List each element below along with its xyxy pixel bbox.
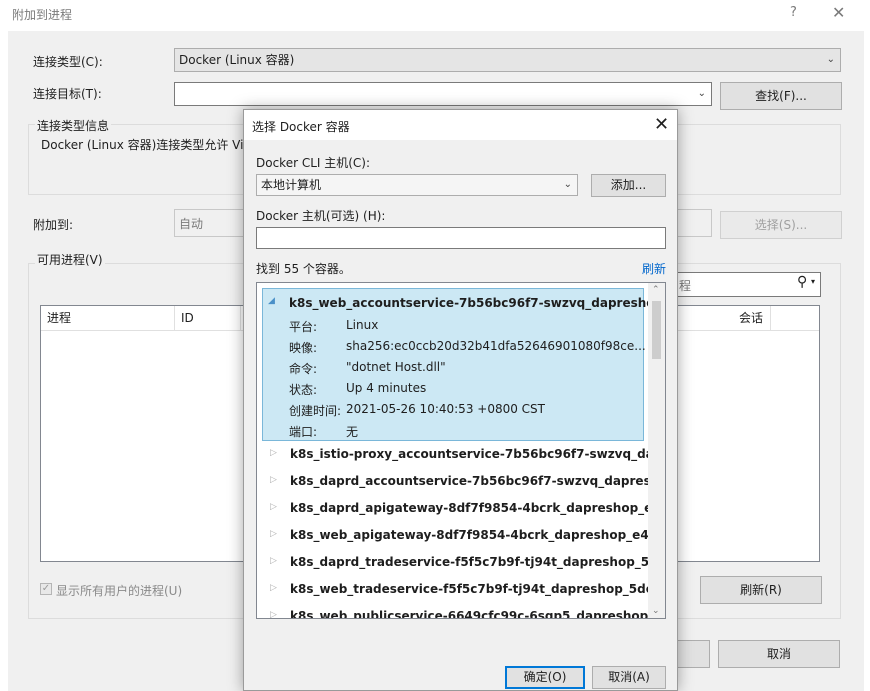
container-item[interactable]: ▷ k8s_web_tradeservice-f5f5c7b9f-tj94t_d… [257, 576, 650, 603]
connection-type-label: 连接类型(C): [33, 55, 103, 69]
detail-value: "dotnet Host.dll" [346, 360, 446, 374]
scroll-down-icon[interactable]: ⌄ [652, 606, 660, 616]
back-dialog-title: 附加到进程 [12, 8, 73, 22]
chevron-down-icon: ⌄ [697, 88, 706, 99]
chevron-down-icon: ⌄ [826, 54, 835, 65]
container-name: k8s_web_tradeservice-f5f5c7b9f-tj94t_dap… [290, 582, 650, 596]
detail-key: 映像: [289, 341, 318, 355]
expand-arrow-icon[interactable]: ▷ [270, 556, 277, 566]
column-session[interactable]: 会话 [733, 306, 771, 330]
ok-button[interactable]: 确定(O) [505, 666, 585, 689]
column-id[interactable]: ID [175, 306, 241, 330]
expand-arrow-icon[interactable]: ▷ [270, 475, 277, 485]
cli-host-label: Docker CLI 主机(C): [256, 156, 371, 170]
available-processes-label: 可用进程(V) [35, 251, 105, 268]
column-process[interactable]: 进程 [41, 306, 175, 330]
show-all-users-label: 显示所有用户的进程(U) [56, 584, 183, 598]
container-item[interactable]: ▷ k8s_daprd_accountservice-7b56bc96f7-sw… [257, 468, 650, 495]
detail-value: 2021-05-26 10:40:53 +0800 CST [346, 402, 545, 416]
connection-target-label: 连接目标(T): [33, 87, 102, 101]
show-all-users-checkbox[interactable]: ✓ [40, 583, 52, 595]
back-titlebar [0, 0, 870, 31]
select-button[interactable]: 选择(S)... [720, 211, 842, 239]
connection-info-title: 连接类型信息 [35, 117, 112, 134]
container-item[interactable]: ▷ k8s_web_apigateway-8df7f9854-4bcrk_dap… [257, 522, 650, 549]
chevron-down-icon[interactable]: ▾ [811, 277, 815, 286]
container-item[interactable]: ▷ k8s_daprd_tradeservice-f5f5c7b9f-tj94t… [257, 549, 650, 576]
add-host-button[interactable]: 添加... [591, 174, 666, 197]
detail-key: 端口: [289, 425, 318, 439]
list-scrollbar[interactable]: ⌃ ⌄ [648, 283, 665, 618]
detail-value: Linux [346, 318, 379, 332]
expand-arrow-icon[interactable]: ▷ [270, 502, 277, 512]
detail-key: 命令: [289, 362, 318, 376]
detail-value: 无 [346, 425, 359, 439]
help-icon[interactable]: ? [790, 5, 797, 20]
find-button[interactable]: 查找(F)... [720, 82, 842, 110]
refresh-link[interactable]: 刷新 [642, 260, 666, 277]
docker-host-label: Docker 主机(可选) (H): [256, 209, 386, 223]
container-item-expanded[interactable]: ◢ k8s_web_accountservice-7b56bc96f7-swzv… [262, 288, 665, 441]
chevron-down-icon: ⌄ [563, 179, 572, 190]
attach-to-value: 自动 [179, 217, 204, 231]
cli-host-value: 本地计算机 [261, 178, 322, 192]
modal-title: 选择 Docker 容器 [252, 120, 350, 134]
container-item[interactable]: ▷ k8s_daprd_apigateway-8df7f9854-4bcrk_d… [257, 495, 650, 522]
connection-target-input[interactable]: ⌄ [174, 82, 712, 106]
expand-arrow-icon[interactable]: ▷ [270, 448, 277, 458]
attach-to-label: 附加到: [33, 218, 74, 232]
container-name: k8s_web_apigateway-8df7f9854-4bcrk_dapre… [290, 528, 650, 542]
container-name: k8s_daprd_apigateway-8df7f9854-4bcrk_dap… [290, 501, 650, 515]
scrollbar-thumb[interactable] [652, 301, 661, 359]
back-close-icon[interactable]: ✕ [832, 3, 845, 22]
connection-type-value: Docker (Linux 容器) [179, 53, 295, 67]
detail-key: 创建时间: [289, 404, 342, 418]
cancel-button[interactable]: 取消(A) [592, 666, 666, 689]
container-name: k8s_web_accountservice-7b56bc96f7-swzvq_… [289, 296, 666, 310]
cli-host-select[interactable]: 本地计算机 ⌄ [256, 174, 578, 196]
process-filter-input[interactable]: 程 ⚲ ▾ [668, 272, 821, 297]
connection-type-select[interactable]: Docker (Linux 容器) ⌄ [174, 48, 841, 72]
refresh-processes-button[interactable]: 刷新(R) [700, 576, 822, 604]
docker-host-input[interactable] [256, 227, 666, 249]
search-icon[interactable]: ⚲ [797, 274, 807, 290]
expand-arrow-icon[interactable]: ▷ [270, 583, 277, 593]
connection-info-text: Docker (Linux 容器)连接类型允许 Vis [41, 138, 250, 152]
scroll-up-icon[interactable]: ⌃ [652, 285, 660, 295]
container-item[interactable]: ▷ k8s_web_publicservice-6649cfc99c-6sqp5… [257, 603, 650, 619]
container-name: k8s_web_publicservice-6649cfc99c-6sqp5_d… [290, 609, 650, 619]
expand-arrow-icon[interactable]: ▷ [270, 529, 277, 539]
found-count-text: 找到 55 个容器。 [256, 262, 351, 276]
detail-key: 状态: [289, 383, 318, 397]
expand-arrow-icon[interactable]: ▷ [270, 610, 277, 618]
expand-arrow-icon[interactable]: ◢ [268, 296, 275, 306]
select-docker-container-dialog: 选择 Docker 容器 ✕ Docker CLI 主机(C): 本地计算机 ⌄… [243, 109, 678, 691]
back-cancel-button[interactable]: 取消 [718, 640, 840, 668]
detail-value: Up 4 minutes [346, 381, 427, 395]
container-item[interactable]: ▷ k8s_istio-proxy_accountservice-7b56bc9… [257, 441, 650, 468]
container-name: k8s_istio-proxy_accountservice-7b56bc96f… [290, 447, 650, 461]
detail-value: sha256:ec0ccb20d32b41dfa52646901080f98ce… [346, 339, 646, 353]
close-icon[interactable]: ✕ [654, 114, 669, 135]
detail-key: 平台: [289, 320, 318, 334]
filter-placeholder: 程 [679, 279, 692, 293]
container-list[interactable]: ◢ k8s_web_accountservice-7b56bc96f7-swzv… [256, 282, 666, 619]
container-name: k8s_daprd_tradeservice-f5f5c7b9f-tj94t_d… [290, 555, 650, 569]
container-name: k8s_daprd_accountservice-7b56bc96f7-swzv… [290, 474, 650, 488]
